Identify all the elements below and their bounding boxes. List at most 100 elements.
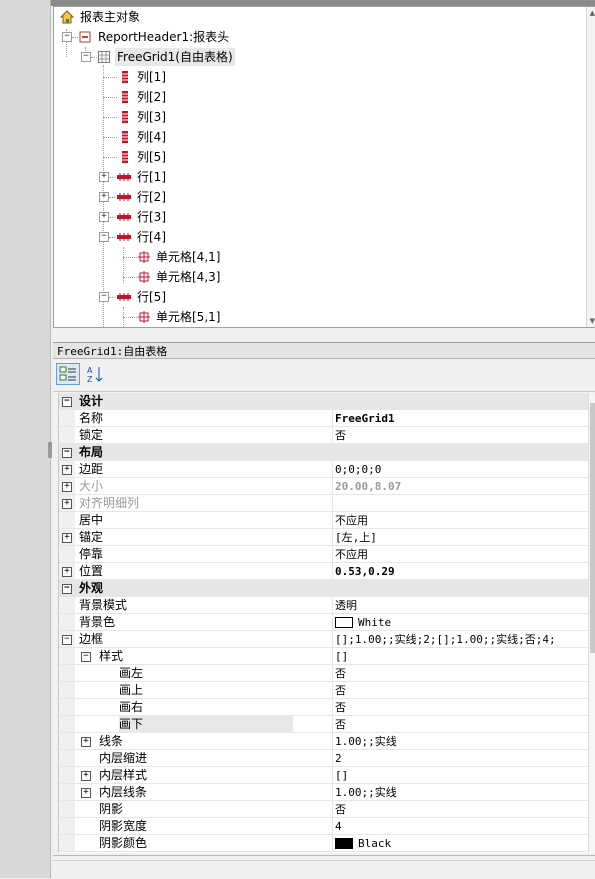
categorized-button[interactable] xyxy=(56,363,80,385)
column-separator xyxy=(332,512,333,528)
collapse-icon[interactable]: − xyxy=(81,52,91,62)
column-separator xyxy=(332,784,333,800)
object-tree[interactable]: 报表主对象 − ReportHeader1:报表头 − FreeGrid1(自由… xyxy=(53,6,595,328)
expand-icon[interactable]: + xyxy=(62,567,72,577)
expand-icon[interactable]: + xyxy=(99,192,109,202)
property-value[interactable]: 0;0;0;0 xyxy=(335,461,381,478)
property-value[interactable]: 透明 xyxy=(335,597,357,614)
property-row-shadow-color[interactable]: 阴影颜色 Black xyxy=(59,835,589,852)
collapse-icon[interactable]: − xyxy=(81,652,91,662)
property-value[interactable]: 否 xyxy=(335,665,346,682)
property-row-name[interactable]: 名称 FreeGrid1 xyxy=(59,410,589,427)
row-icon xyxy=(117,193,131,201)
collapse-icon[interactable]: − xyxy=(62,32,72,42)
property-row-margin[interactable]: + 边距 0;0;0;0 xyxy=(59,461,589,478)
property-row-inner-indent[interactable]: 内层缩进 2 xyxy=(59,750,589,767)
property-row-align-detail[interactable]: + 对齐明细列 xyxy=(59,495,589,512)
color-name: White xyxy=(358,616,392,629)
column-icon xyxy=(120,151,130,163)
property-value[interactable]: 否 xyxy=(335,682,346,699)
collapse-icon[interactable]: − xyxy=(62,448,72,458)
property-value[interactable]: 1.00;;实线 xyxy=(335,733,397,750)
tree-scrollbar[interactable]: ▲ ▼ xyxy=(586,7,595,327)
svg-text:Z: Z xyxy=(87,375,93,384)
property-grid[interactable]: − 设计 名称 FreeGrid1 锁定 否 − 布局 + 边距 0;0;0;0… xyxy=(58,393,589,853)
property-value[interactable]: 否 xyxy=(335,801,346,818)
property-value[interactable]: 4 xyxy=(335,818,342,835)
collapse-icon[interactable]: − xyxy=(99,292,109,302)
color-swatch xyxy=(335,616,353,628)
property-value[interactable]: 否 xyxy=(335,716,346,733)
property-row-bg-color[interactable]: 背景色 White xyxy=(59,614,589,631)
property-name: 背景模式 xyxy=(79,598,128,612)
property-name: 阴影宽度 xyxy=(99,819,148,833)
collapse-icon[interactable]: − xyxy=(62,635,72,645)
splitter-grip[interactable] xyxy=(48,442,52,458)
tree-node-label: ReportHeader1:报表头 xyxy=(98,30,230,44)
tree-connector xyxy=(103,137,117,138)
expand-icon[interactable]: + xyxy=(62,482,72,492)
property-row-size[interactable]: + 大小 20.00,8.07 xyxy=(59,478,589,495)
property-value[interactable]: [左,上] xyxy=(335,529,377,546)
property-row-anchor[interactable]: + 锚定 [左,上] xyxy=(59,529,589,546)
property-row-draw-top[interactable]: 画上 否 xyxy=(59,682,589,699)
expand-icon[interactable]: + xyxy=(99,212,109,222)
collapse-icon[interactable]: − xyxy=(99,232,109,242)
property-name: 居中 xyxy=(79,513,104,527)
cell-icon xyxy=(138,271,150,283)
property-row-border[interactable]: − 边框 [];1.00;;实线;2;[];1.00;;实线;否;4; xyxy=(59,631,589,648)
property-value[interactable]: 不应用 xyxy=(335,546,368,563)
collapse-icon[interactable]: − xyxy=(62,397,72,407)
property-row-locked[interactable]: 锁定 否 xyxy=(59,427,589,444)
property-value[interactable]: 1.00;;实线 xyxy=(335,784,397,801)
scrollbar-thumb[interactable] xyxy=(590,403,595,653)
property-row-center[interactable]: 居中 不应用 xyxy=(59,512,589,529)
expand-icon[interactable]: + xyxy=(81,737,91,747)
row-gutter xyxy=(59,750,75,766)
expand-icon[interactable]: + xyxy=(81,771,91,781)
property-value[interactable]: [] xyxy=(335,648,348,665)
column-icon xyxy=(120,91,130,103)
category-appearance[interactable]: − 外观 xyxy=(59,580,589,597)
property-value[interactable]: FreeGrid1 xyxy=(335,410,395,427)
property-value[interactable]: Black xyxy=(335,835,391,852)
property-value[interactable]: 20.00,8.07 xyxy=(335,478,401,495)
category-design[interactable]: − 设计 xyxy=(59,393,589,410)
alphabetical-button[interactable]: A Z xyxy=(83,363,107,385)
scroll-down-icon[interactable]: ▼ xyxy=(590,317,595,325)
property-value[interactable]: 2 xyxy=(335,750,342,767)
property-row-inner-line[interactable]: + 内层线条 1.00;;实线 xyxy=(59,784,589,801)
property-value[interactable]: 不应用 xyxy=(335,512,368,529)
property-row-dock[interactable]: 停靠 不应用 xyxy=(59,546,589,563)
property-row-draw-left[interactable]: 画左 否 xyxy=(59,665,589,682)
property-row-line[interactable]: + 线条 1.00;;实线 xyxy=(59,733,589,750)
property-row-border-style[interactable]: − 样式 [] xyxy=(59,648,589,665)
object-selector[interactable]: FreeGrid1:自由表格 xyxy=(53,342,595,359)
property-row-inner-style[interactable]: + 内层样式 [] xyxy=(59,767,589,784)
collapse-icon[interactable]: − xyxy=(62,584,72,594)
property-row-shadow[interactable]: 阴影 否 xyxy=(59,801,589,818)
property-value[interactable]: White xyxy=(335,614,391,631)
property-row-position[interactable]: + 位置 0.53,0.29 xyxy=(59,563,589,580)
property-value[interactable]: 0.53,0.29 xyxy=(335,563,395,580)
property-value[interactable]: [] xyxy=(335,767,348,784)
property-grid-scrollbar[interactable] xyxy=(588,393,595,853)
property-value[interactable]: 否 xyxy=(335,427,346,444)
property-name: 对齐明细列 xyxy=(79,496,140,510)
row-gutter xyxy=(59,665,75,681)
category-layout[interactable]: − 布局 xyxy=(59,444,589,461)
property-row-bg-mode[interactable]: 背景模式 透明 xyxy=(59,597,589,614)
property-row-shadow-width[interactable]: 阴影宽度 4 xyxy=(59,818,589,835)
expand-icon[interactable]: + xyxy=(81,788,91,798)
property-row-draw-right[interactable]: 画右 否 xyxy=(59,699,589,716)
property-name: 锁定 xyxy=(79,428,104,442)
property-value[interactable]: 否 xyxy=(335,699,346,716)
property-row-draw-bottom[interactable]: 画下 否 xyxy=(59,716,589,733)
expand-icon[interactable]: + xyxy=(62,465,72,475)
expand-icon[interactable]: + xyxy=(62,533,72,543)
column-separator xyxy=(332,529,333,545)
expand-icon[interactable]: + xyxy=(62,499,72,509)
scroll-up-icon[interactable]: ▲ xyxy=(590,9,595,17)
expand-icon[interactable]: + xyxy=(99,172,109,182)
property-value[interactable]: [];1.00;;实线;2;[];1.00;;实线;否;4; xyxy=(335,631,556,648)
